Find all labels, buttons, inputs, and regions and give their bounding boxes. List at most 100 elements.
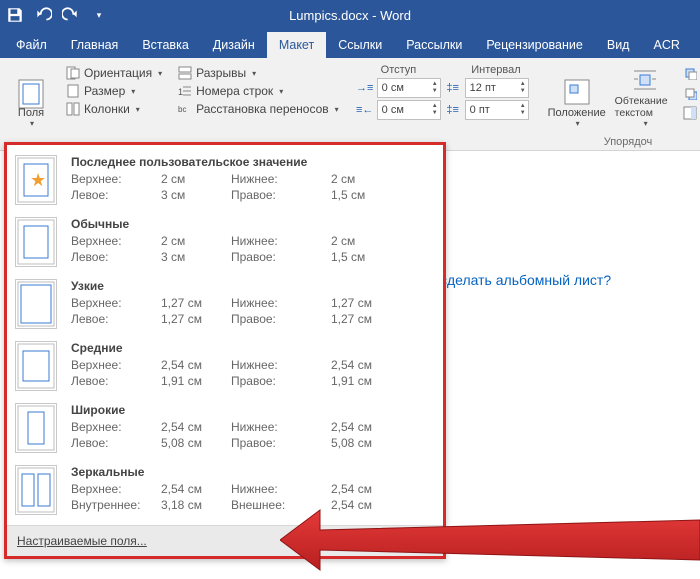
spacing-after-value: 0 пт — [470, 104, 490, 116]
margin-details: ОбычныеВерхнее:2 смНижнее:2 смЛевое:3 см… — [71, 217, 433, 265]
columns-button[interactable]: Колонки ▾ — [64, 100, 142, 118]
size-label: Размер — [84, 84, 125, 98]
breaks-button[interactable]: Разрывы ▾ — [176, 64, 258, 82]
group-page-setup-margins: Поля ▾ — [4, 60, 58, 150]
size-button[interactable]: Размер ▾ — [64, 82, 137, 100]
margin-details: ШирокиеВерхнее:2,54 смНижнее:2,54 смЛево… — [71, 403, 433, 451]
spacing-header: Интервал — [471, 64, 520, 76]
tab-references[interactable]: Ссылки — [326, 32, 394, 58]
document-hyperlink[interactable]: сделать альбомный лист? — [440, 272, 611, 288]
qat-customize-icon[interactable]: ▾ — [90, 6, 108, 24]
title-bar: ▾ Lumpics.docx - Word — [0, 0, 700, 30]
tab-design[interactable]: Дизайн — [201, 32, 267, 58]
margins-label: Поля — [18, 107, 44, 119]
margin-thumb-icon — [15, 465, 57, 515]
window-title: Lumpics.docx - Word — [289, 8, 411, 23]
spinner-buttons[interactable]: ▲▼ — [432, 81, 440, 95]
chevron-down-icon: ▾ — [158, 69, 162, 78]
indent-left-value: 0 см — [382, 82, 404, 94]
bring-forward-button[interactable]: П — [681, 64, 700, 82]
tab-layout[interactable]: Макет — [267, 32, 326, 58]
margin-details: ЗеркальныеВерхнее:2,54 смНижнее:2,54 смВ… — [71, 465, 433, 513]
tab-acrobat[interactable]: ACR — [641, 32, 691, 58]
margin-thumb-icon — [15, 341, 57, 391]
margin-thumb-icon — [15, 279, 57, 329]
margin-thumb-icon — [15, 217, 57, 267]
orientation-icon — [66, 66, 80, 80]
spinner-buttons[interactable]: ▲▼ — [520, 103, 528, 117]
custom-margins-menu-item[interactable]: Настраиваемые поля... — [7, 525, 443, 556]
margins-dropdown: ★Последнее пользовательское значениеВерх… — [4, 142, 446, 559]
margin-thumb-icon — [15, 403, 57, 453]
breaks-label: Разрывы — [196, 66, 246, 80]
ribbon: Поля ▾ Ориентация ▾ Размер ▾ Колонки ▾ — [0, 58, 700, 151]
margins-button[interactable]: Поля ▾ — [10, 64, 52, 128]
spinner-buttons[interactable]: ▲▼ — [432, 103, 440, 117]
tab-insert[interactable]: Вставка — [130, 32, 200, 58]
margins-option-0[interactable]: ★Последнее пользовательское значениеВерх… — [7, 149, 443, 211]
position-label: Положение — [548, 107, 606, 119]
chevron-down-icon: ▾ — [30, 119, 34, 128]
chevron-down-icon: ▾ — [136, 105, 140, 114]
redo-icon[interactable] — [62, 6, 80, 24]
selection-pane-button[interactable] — [681, 104, 700, 122]
undo-icon[interactable] — [34, 6, 52, 24]
send-backward-button[interactable] — [681, 84, 700, 102]
spinner-buttons[interactable]: ▲▼ — [520, 81, 528, 95]
wrap-text-button[interactable]: Обтекание текстом ▾ — [615, 64, 675, 128]
tab-mailings[interactable]: Рассылки — [394, 32, 474, 58]
indent-left-input[interactable]: 0 см ▲▼ — [377, 78, 441, 98]
orientation-button[interactable]: Ориентация ▾ — [64, 64, 164, 82]
line-numbers-button[interactable]: 1 Номера строк ▾ — [176, 82, 285, 100]
indent-right-input[interactable]: 0 см ▲▼ — [377, 100, 441, 120]
margins-option-3[interactable]: СредниеВерхнее:2,54 смНижнее:2,54 смЛево… — [7, 335, 443, 397]
svg-text:1: 1 — [178, 87, 183, 97]
margins-option-5[interactable]: ЗеркальныеВерхнее:2,54 смНижнее:2,54 смВ… — [7, 459, 443, 521]
tab-home[interactable]: Главная — [59, 32, 131, 58]
group-arrange: Положение ▾ Обтекание текстом ▾ П — [539, 60, 700, 150]
spacing-after-icon: ‡≡ — [445, 104, 461, 116]
svg-text:★: ★ — [30, 170, 46, 190]
breaks-icon — [178, 66, 192, 80]
spacing-after-input[interactable]: 0 пт ▲▼ — [465, 100, 529, 120]
spacing-before-input[interactable]: 12 пт ▲▼ — [465, 78, 529, 98]
tab-view[interactable]: Вид — [595, 32, 642, 58]
page-size-icon — [66, 84, 80, 98]
svg-text:bc: bc — [178, 105, 186, 114]
quick-access-toolbar: ▾ — [6, 6, 108, 24]
margins-option-1[interactable]: ОбычныеВерхнее:2 смНижнее:2 смЛевое:3 см… — [7, 211, 443, 273]
group-page-setup-breaks: Разрывы ▾ 1 Номера строк ▾ bc Расстановк… — [170, 60, 347, 150]
hyphenation-button[interactable]: bc Расстановка переносов ▾ — [176, 100, 341, 118]
tab-review[interactable]: Рецензирование — [474, 32, 595, 58]
line-numbers-icon: 1 — [178, 84, 192, 98]
wrap-label: Обтекание текстом — [615, 95, 675, 119]
ribbon-tabs: Файл Главная Вставка Дизайн Макет Ссылки… — [0, 30, 700, 58]
orientation-label: Ориентация — [84, 66, 152, 80]
margin-title: Узкие — [71, 279, 433, 293]
line-numbers-label: Номера строк — [196, 84, 273, 98]
margin-title: Обычные — [71, 217, 433, 231]
selection-pane-icon — [683, 106, 697, 120]
margins-option-4[interactable]: ШирокиеВерхнее:2,54 смНижнее:2,54 смЛево… — [7, 397, 443, 459]
tab-file[interactable]: Файл — [4, 32, 59, 58]
group-paragraph: Отступ Интервал →≡ 0 см ▲▼ ‡≡ 12 пт ▲▼ ≡… — [351, 60, 535, 150]
send-backward-icon — [683, 86, 697, 100]
chevron-down-icon: ▾ — [252, 69, 256, 78]
position-button[interactable]: Положение ▾ — [545, 64, 609, 128]
chevron-down-icon: ▾ — [644, 119, 648, 128]
save-icon[interactable] — [6, 6, 24, 24]
chevron-down-icon: ▾ — [131, 87, 135, 96]
bring-forward-icon — [683, 66, 697, 80]
margins-option-2[interactable]: УзкиеВерхнее:1,27 смНижнее:1,27 смЛевое:… — [7, 273, 443, 335]
margin-thumb-icon: ★ — [15, 155, 57, 205]
group-page-setup-controls: Ориентация ▾ Размер ▾ Колонки ▾ — [58, 60, 170, 150]
columns-label: Колонки — [84, 102, 130, 116]
margin-title: Последнее пользовательское значение — [71, 155, 433, 169]
margins-icon — [18, 79, 44, 105]
margin-details: УзкиеВерхнее:1,27 смНижнее:1,27 смЛевое:… — [71, 279, 433, 327]
indent-header: Отступ — [381, 64, 417, 76]
spacing-before-value: 12 пт — [470, 82, 496, 94]
spacing-before-icon: ‡≡ — [445, 82, 461, 94]
hyphenation-label: Расстановка переносов — [196, 102, 329, 116]
chevron-down-icon: ▾ — [335, 105, 339, 114]
